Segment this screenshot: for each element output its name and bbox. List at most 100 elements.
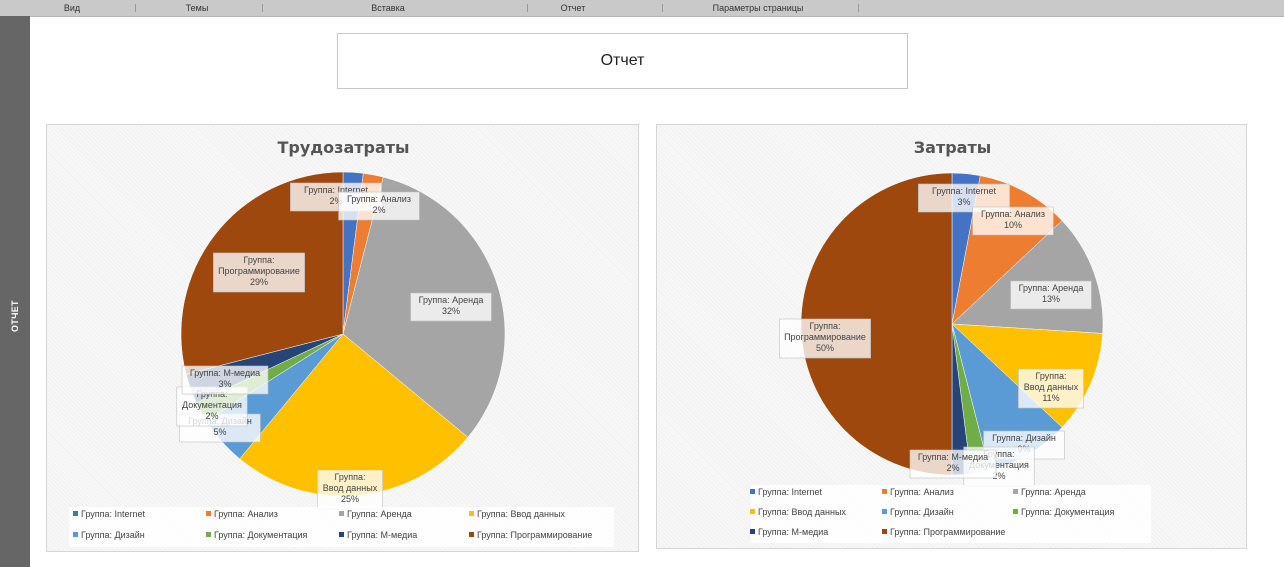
legend-item[interactable]: Группа: Анализ (206, 509, 278, 519)
data-label-text: 2% (946, 463, 959, 473)
legend-item[interactable]: Группа: Дизайн (882, 507, 954, 517)
data-label-text: 32% (442, 306, 460, 316)
ribbon-separator (135, 4, 136, 12)
legend-label: Группа: Анализ (214, 509, 278, 519)
legend-item[interactable]: Группа: Internet (750, 487, 823, 497)
legend-item[interactable]: Группа: Дизайн (73, 530, 145, 540)
legend-label: Группа: Дизайн (81, 530, 145, 540)
data-label-text: Программирование (784, 332, 866, 342)
data-label-text: 13% (1042, 294, 1060, 304)
legend-item[interactable]: Группа: М-медиа (750, 527, 828, 537)
legend-item[interactable]: Группа: Ввод данных (469, 509, 565, 519)
report-sidebar[interactable]: ОТЧЕТ (0, 16, 30, 567)
legend-label: Группа: Документация (214, 530, 308, 540)
ribbon-tab-themes[interactable]: Темы (175, 1, 219, 15)
data-label: Группа: М-медиа2% (909, 449, 997, 479)
legend-label: Группа: Ввод данных (758, 507, 846, 517)
data-label-text: 2% (372, 205, 385, 215)
report-title[interactable]: Отчет (337, 33, 908, 89)
legend-label: Группа: Программирование (890, 527, 1005, 537)
data-label-text: Группа: (1035, 371, 1066, 381)
data-label-text: Группа: (243, 255, 274, 265)
legend-label: Группа: Дизайн (890, 507, 954, 517)
legend-item[interactable]: Группа: Документация (206, 530, 308, 540)
data-label-text: 10% (1004, 220, 1022, 230)
legend-swatch (750, 489, 755, 494)
data-label: Группа: Анализ10% (972, 206, 1054, 236)
labor-pie-chart: ТрудозатратыГруппа: Internet2% Группа: Ан… (69, 138, 614, 547)
data-label-text: Группа: Internet (932, 186, 997, 196)
legend-item[interactable]: Группа: Анализ (882, 487, 954, 497)
legend-swatch (469, 532, 474, 537)
legend-swatch (750, 509, 755, 514)
data-label-text: 5% (213, 427, 226, 437)
data-label-text: 25% (341, 494, 359, 504)
legend-item[interactable]: Группа: Документация (1013, 507, 1115, 517)
ribbon-separator (527, 4, 528, 12)
ribbon-tab-page-setup[interactable]: Параметры страницы (700, 1, 816, 15)
chart-panel-labor[interactable]: Трудозатраты Группа: Internet 2% Группа: Ан… (46, 124, 639, 552)
legend-swatch (882, 509, 887, 514)
legend-label: Группа: Документация (1021, 507, 1115, 517)
ribbon-tab-insert[interactable]: Вставка (360, 1, 416, 15)
legend-item[interactable]: Группа: Internet (73, 509, 146, 519)
data-label-text: Группа: Дизайн (992, 433, 1056, 443)
data-label-text: Ввод данных (323, 483, 378, 493)
data-label: Группа: Анализ2% (338, 191, 420, 221)
data-label-text: Группа: Аренда (1019, 283, 1084, 293)
legend-swatch (73, 532, 78, 537)
data-label: Группа:Программирование29% (213, 252, 305, 293)
data-label-text: 50% (816, 343, 834, 353)
legend-swatch (750, 529, 755, 534)
data-label: Группа: Аренда13% (1010, 280, 1092, 310)
data-label-text: Программирование (218, 266, 300, 276)
legend-label: Группа: М-медиа (758, 527, 828, 537)
ribbon: Вид Темы Вставка Отчет Параметры страниц… (0, 0, 1284, 17)
data-label-text: Группа: Аренда (419, 295, 484, 305)
data-label: Группа: Аренда32% (410, 292, 492, 322)
legend-swatch (469, 511, 474, 516)
data-label-text: Группа: (809, 321, 840, 331)
legend-item[interactable]: Группа: М-медиа (339, 530, 417, 540)
data-label-text: 11% (1042, 393, 1059, 403)
data-label-text: 29% (250, 277, 268, 287)
legend-swatch (339, 511, 344, 516)
costs-pie-chart: ЗатратыГруппа: Internet3%Группа: Анализ1… (750, 138, 1151, 543)
data-label-text: Группа: Анализ (347, 194, 411, 204)
legend-swatch (882, 529, 887, 534)
legend-label: Группа: Аренда (1021, 487, 1086, 497)
data-label: Группа:Ввод данных11% (1018, 368, 1084, 409)
ribbon-separator (662, 4, 663, 12)
chart-title: Затраты (914, 138, 991, 157)
legend-item[interactable]: Группа: Программирование (469, 530, 592, 540)
data-label: Группа:Ввод данных25% (317, 469, 383, 510)
sidebar-label: ОТЧЕТ (10, 300, 20, 332)
legend-label: Группа: М-медиа (347, 530, 417, 540)
data-label-text: 3% (957, 197, 970, 207)
legend-label: Группа: Internet (81, 509, 146, 519)
legend-label: Группа: Аренда (347, 509, 412, 519)
data-label-text: Группа: Анализ (981, 209, 1045, 219)
ribbon-tab-report[interactable]: Отчет (553, 1, 593, 15)
ribbon-tab-view[interactable]: Вид (52, 1, 92, 15)
legend-swatch (1013, 489, 1018, 494)
legend-swatch (73, 511, 78, 516)
legend-label: Группа: Ввод данных (477, 509, 565, 519)
legend-item[interactable]: Группа: Аренда (339, 509, 412, 519)
ribbon-separator (858, 4, 859, 12)
legend-label: Группа: Internet (758, 487, 823, 497)
data-label-text: Группа: (334, 472, 365, 482)
legend-swatch (1013, 509, 1018, 514)
data-label-text: 3% (218, 379, 231, 389)
chart-panel-costs[interactable]: Затраты Группа: Internet 3% Группа: Анализ 1… (656, 124, 1247, 549)
ribbon-separator (262, 4, 263, 12)
legend-item[interactable]: Группа: Аренда (1013, 487, 1086, 497)
legend-swatch (339, 532, 344, 537)
data-label: Группа:Программирование50% (779, 318, 871, 359)
legend-item[interactable]: Группа: Ввод данных (750, 507, 846, 517)
legend-item[interactable]: Группа: Программирование (882, 527, 1005, 537)
data-label-text: Документация (182, 400, 242, 410)
legend-label: Группа: Анализ (890, 487, 954, 497)
data-label-text: Ввод данных (1024, 382, 1079, 392)
data-label: Группа: М-медиа3% (181, 365, 269, 395)
